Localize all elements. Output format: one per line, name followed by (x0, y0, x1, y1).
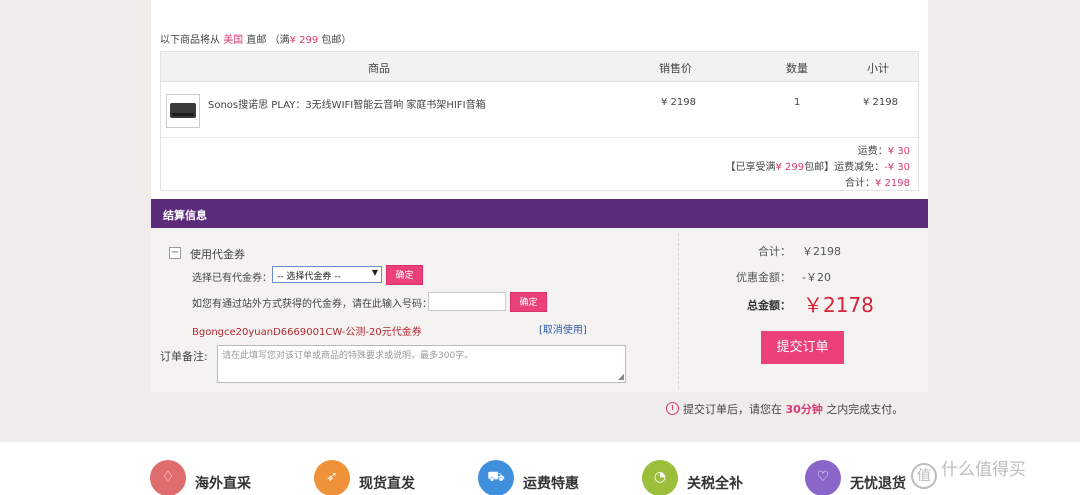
site-watermark: 值什么值得买 (911, 455, 1026, 489)
payment-deadline-note: 提交订单后，请您在 30分钟 之内完成支付。 (666, 401, 903, 417)
select-coupon-label: 选择已有代金券： (192, 273, 272, 284)
header-price: 销售价 (659, 62, 692, 75)
shipping-discount: 【已享受满¥ 299包邮】运费减免：-¥ 30 (725, 162, 910, 173)
order-summary: 运费：¥ 30 【已享受满¥ 299包邮】运费减免：-¥ 30 合计：¥ 219… (161, 138, 918, 190)
sum-label: 合计： (758, 245, 791, 258)
remark-label: 订单备注: (160, 350, 208, 363)
piggy-bank-icon: ◔ (642, 460, 678, 495)
coupon-toggle-checkbox[interactable]: − (169, 247, 181, 259)
product-subtotal: ¥ 2198 (863, 97, 898, 108)
grand-total-value: ￥2178 (803, 293, 874, 317)
product-price: ¥ 2198 (661, 97, 696, 108)
clock-icon (666, 402, 679, 415)
confirm-select-button[interactable]: 确定 (386, 265, 423, 285)
smzdm-logo-icon: 值 (911, 463, 937, 489)
submit-order-button[interactable]: 提交订单 (761, 331, 844, 364)
product-thumbnail[interactable] (166, 94, 200, 128)
remark-textarea[interactable]: 请在此填写您对该订单或商品的特殊要求或说明，最多300字。 ◢ (217, 345, 626, 383)
shipping-note: 以下商品将从 美国 直邮 （满¥ 299 包邮） (160, 35, 352, 46)
truck-icon: ⛟ (478, 460, 514, 495)
discount-label: 优惠金额： (736, 271, 791, 284)
applied-coupon: Bgongce20yuanD6669001CW-公测-20元代金券 (192, 327, 422, 338)
order-table: 商品 销售价 数量 小计 Sonos搜诺思 PLAY：3无线WIFI智能云音响 … (160, 51, 919, 191)
cancel-coupon-link[interactable]: [取消使用] (539, 321, 587, 336)
coupon-select[interactable]: -- 选择代金券 -- ▼ (272, 266, 382, 283)
panel-divider (678, 233, 679, 389)
header-subtotal: 小计 (867, 62, 889, 75)
discount-value: -￥20 (802, 271, 831, 284)
order-panel: 以下商品将从 美国 直邮 （满¥ 299 包邮） 商品 销售价 数量 小计 So… (151, 0, 928, 199)
coupon-title: 使用代金券 (190, 248, 245, 261)
header-qty: 数量 (786, 62, 808, 75)
chevron-down-icon: ▼ (371, 268, 378, 277)
grand-total-label: 总金额： (747, 299, 791, 312)
coupon-code-label: 如您有通过站外方式获得的代金券，请在此输入号码： (192, 299, 432, 310)
settlement-title: 结算信息 (151, 199, 928, 228)
product-qty: 1 (794, 97, 801, 108)
settlement-panel: − 使用代金券 选择已有代金券： -- 选择代金券 -- ▼ 确定 如您有通过站… (151, 228, 928, 392)
header-product: 商品 (368, 62, 390, 75)
order-total: 合计：¥ 2198 (845, 178, 910, 189)
confirm-code-button[interactable]: 确定 (510, 292, 547, 312)
table-row: Sonos搜诺思 PLAY：3无线WIFI智能云音响 家庭书架HIFI音箱 ¥ … (161, 82, 918, 138)
product-name[interactable]: Sonos搜诺思 PLAY：3无线WIFI智能云音响 家庭书架HIFI音箱 (208, 96, 486, 111)
sum-value: ￥2198 (802, 245, 841, 258)
bag-icon: ♢ (150, 460, 186, 495)
coupon-code-input[interactable] (428, 292, 506, 311)
table-header: 商品 销售价 数量 小计 (161, 52, 918, 82)
origin-country[interactable]: 美国 (223, 35, 243, 46)
heart-shield-icon: ♡ (805, 460, 841, 495)
rocket-icon: ➶ (314, 460, 350, 495)
shipping-fee: 运费：¥ 30 (857, 146, 910, 157)
